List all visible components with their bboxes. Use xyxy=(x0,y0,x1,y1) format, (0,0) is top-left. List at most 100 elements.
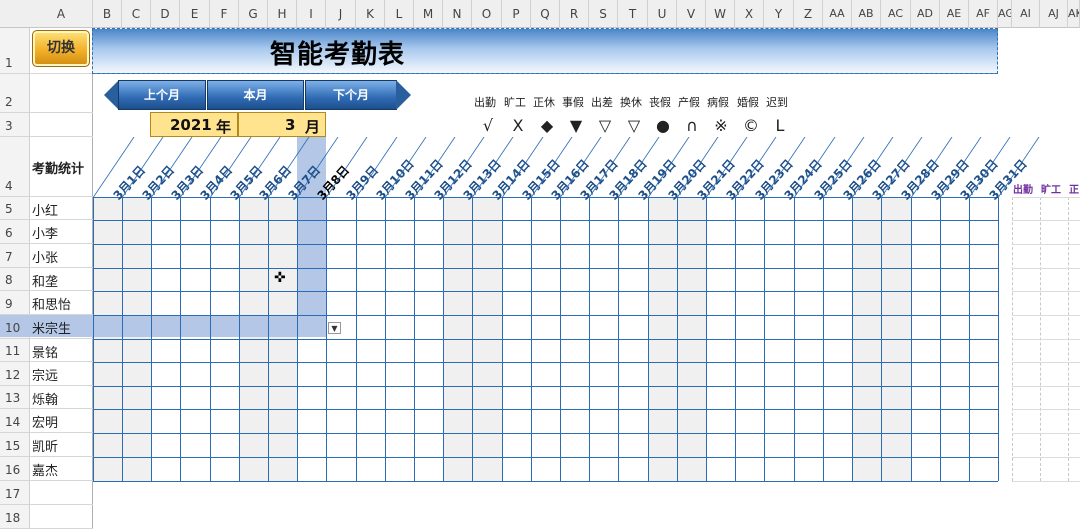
row-number[interactable]: 1 xyxy=(0,56,22,70)
prev-month-button[interactable]: 上个月 xyxy=(118,80,206,110)
column-header-b[interactable]: B xyxy=(93,0,122,28)
year-value[interactable]: 2021 xyxy=(170,116,212,134)
summary-hline xyxy=(1012,268,1080,269)
month-value[interactable]: 3 xyxy=(285,116,295,134)
employee-name[interactable]: 烁翰 xyxy=(32,389,58,408)
row-number[interactable]: 13 xyxy=(0,391,22,405)
employee-name[interactable]: 小李 xyxy=(32,223,58,242)
row-number[interactable]: 3 xyxy=(0,119,22,133)
summary-hline xyxy=(1012,339,1080,340)
column-header-j[interactable]: J xyxy=(326,0,356,28)
column-header-f[interactable]: F xyxy=(210,0,239,28)
summary-hline xyxy=(1012,409,1080,410)
grid-hline xyxy=(93,339,998,340)
employee-name[interactable]: 和思怡 xyxy=(32,294,71,313)
arrow-left-icon[interactable] xyxy=(104,80,119,110)
column-header-l[interactable]: L xyxy=(385,0,414,28)
column-header-ab[interactable]: AB xyxy=(852,0,881,28)
employee-name[interactable]: 小张 xyxy=(32,247,58,266)
column-header-s[interactable]: S xyxy=(589,0,618,28)
column-header-af[interactable]: AF xyxy=(969,0,998,28)
employee-name[interactable]: 景铭 xyxy=(32,342,58,361)
legend-symbol-icon: ▽ xyxy=(627,116,641,135)
column-header-g[interactable]: G xyxy=(239,0,268,28)
dropdown-arrow-icon[interactable]: ▼ xyxy=(328,322,341,334)
summary-label: 出勤 xyxy=(1013,185,1033,196)
row-number[interactable]: 4 xyxy=(0,179,22,193)
column-header-t[interactable]: T xyxy=(618,0,648,28)
row-number[interactable]: 14 xyxy=(0,415,22,429)
switch-button[interactable]: 切换 xyxy=(32,30,90,67)
column-header-r[interactable]: R xyxy=(560,0,589,28)
current-month-button[interactable]: 本月 xyxy=(207,80,304,110)
summary-hline xyxy=(1012,362,1080,363)
grid-hline xyxy=(93,409,998,410)
row-number[interactable]: 2 xyxy=(0,95,22,109)
summary-hline xyxy=(1012,220,1080,221)
next-month-button[interactable]: 下个月 xyxy=(305,80,397,110)
column-header-v[interactable]: V xyxy=(677,0,706,28)
column-header-aa[interactable]: AA xyxy=(823,0,852,28)
column-header-h[interactable]: H xyxy=(268,0,297,28)
arrow-right-icon[interactable] xyxy=(396,80,411,110)
row-number[interactable]: 16 xyxy=(0,463,22,477)
employee-name[interactable]: 凯昕 xyxy=(32,436,58,455)
summary-label: 旷工 xyxy=(1041,185,1061,196)
column-header-ag[interactable]: AG xyxy=(998,0,1012,28)
column-header-w[interactable]: W xyxy=(706,0,735,28)
column-header-ad[interactable]: AD xyxy=(911,0,940,28)
grid-hline xyxy=(93,315,998,316)
row-number[interactable]: 11 xyxy=(0,344,22,358)
column-header-c[interactable]: C xyxy=(122,0,151,28)
row-number[interactable]: 6 xyxy=(0,226,22,240)
row-number[interactable]: 7 xyxy=(0,250,22,264)
employee-name[interactable]: 和垄 xyxy=(32,271,58,290)
row-number[interactable]: 17 xyxy=(0,487,22,501)
employee-name[interactable]: 米宗生 xyxy=(32,318,71,337)
summary-hline xyxy=(1012,244,1080,245)
column-header-d[interactable]: D xyxy=(151,0,180,28)
legend-label: 出差 xyxy=(591,96,613,109)
grid-hline xyxy=(93,291,998,292)
column-header-aj[interactable]: AJ xyxy=(1040,0,1068,28)
grid-vline xyxy=(998,197,999,481)
employee-name[interactable]: 宗远 xyxy=(32,365,58,384)
summary-hline xyxy=(1012,481,1080,482)
grid-hline xyxy=(93,433,998,434)
column-header-ae[interactable]: AE xyxy=(940,0,969,28)
column-header-n[interactable]: N xyxy=(443,0,472,28)
legend-label: 换休 xyxy=(620,96,642,109)
column-header-m[interactable]: M xyxy=(414,0,443,28)
row-number[interactable]: 5 xyxy=(0,202,22,216)
column-header-i[interactable]: I xyxy=(297,0,326,28)
column-header-a[interactable]: A xyxy=(30,0,93,28)
legend-label: 丧假 xyxy=(649,96,671,109)
row-number[interactable]: 18 xyxy=(0,511,22,525)
row-number[interactable]: 10 xyxy=(0,321,22,335)
employee-name[interactable]: 小红 xyxy=(32,200,58,219)
column-header-u[interactable]: U xyxy=(648,0,677,28)
row-number[interactable]: 9 xyxy=(0,297,22,311)
legend-label: 迟到 xyxy=(766,96,788,109)
employee-name[interactable]: 宏明 xyxy=(32,412,58,431)
column-header-ak[interactable]: AK xyxy=(1068,0,1080,28)
column-header-q[interactable]: Q xyxy=(531,0,560,28)
row-number[interactable]: 12 xyxy=(0,368,22,382)
employee-name[interactable]: 嘉杰 xyxy=(32,460,58,479)
column-header-ac[interactable]: AC xyxy=(881,0,911,28)
row-number[interactable]: 8 xyxy=(0,273,22,287)
column-header-z[interactable]: Z xyxy=(794,0,823,28)
legend-symbol-icon: ∩ xyxy=(686,116,698,135)
column-header-y[interactable]: Y xyxy=(764,0,794,28)
legend-symbol-icon: ※ xyxy=(714,116,728,135)
column-header-ai[interactable]: AI xyxy=(1012,0,1040,28)
grid-hline xyxy=(93,244,998,245)
column-header-o[interactable]: O xyxy=(472,0,502,28)
row-number[interactable]: 15 xyxy=(0,439,22,453)
column-header-x[interactable]: X xyxy=(735,0,764,28)
grid-hline xyxy=(93,220,998,221)
column-header-e[interactable]: E xyxy=(180,0,210,28)
legend-symbol-icon: X xyxy=(512,116,524,135)
column-header-p[interactable]: P xyxy=(502,0,531,28)
column-header-k[interactable]: K xyxy=(356,0,385,28)
